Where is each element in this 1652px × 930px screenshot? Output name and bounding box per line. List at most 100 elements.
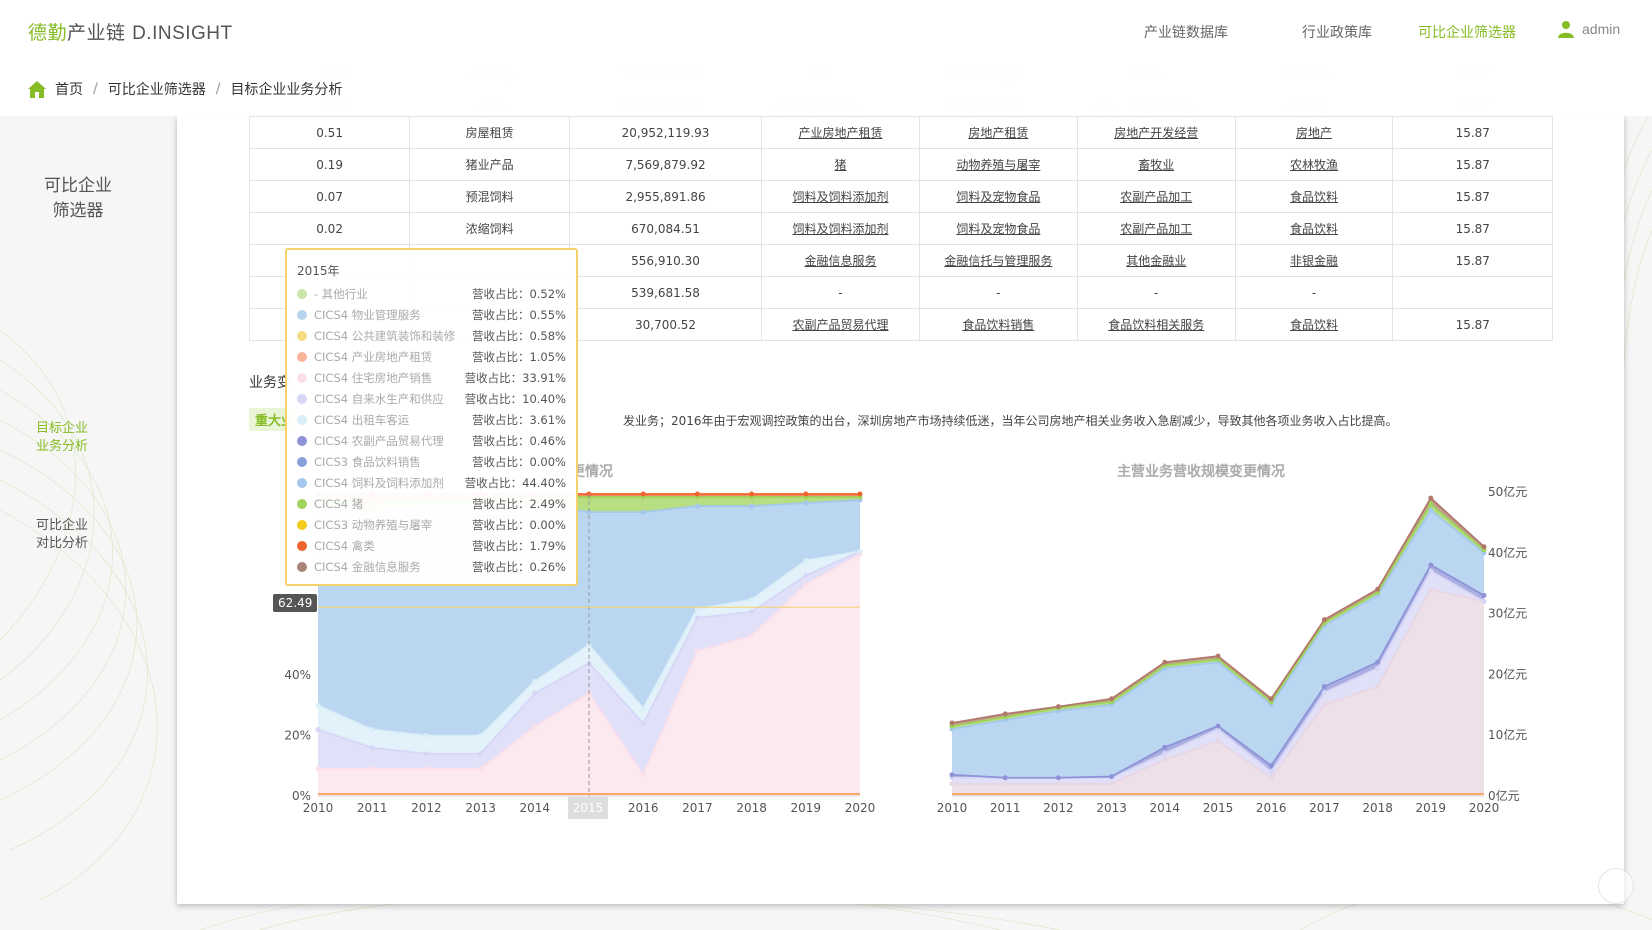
x-tick-label: 2017 (682, 801, 713, 815)
data-point (1109, 774, 1115, 780)
x-tick-label: 2013 (1096, 801, 1127, 815)
tooltip-series-value: 营收占比：0.52% (471, 286, 566, 301)
y-tick-label: 30亿元 (1488, 606, 1527, 621)
tooltip-series-name: CICS4 金融信息服务 (314, 559, 421, 574)
data-point (478, 733, 484, 739)
data-point (1268, 696, 1274, 702)
data-point (694, 648, 700, 654)
y-tick-label: 40% (284, 668, 311, 682)
data-point (1162, 744, 1168, 750)
data-point (640, 491, 646, 497)
tooltip-row: CICS4 饲料及饲料添加剂 营收占比：44.40% (297, 472, 566, 493)
chart-tooltip: 2015年 - 其他行业 营收占比：0.52% CICS4 物业管理服务 营收占比：0… (285, 248, 578, 586)
tooltip-series-value: 营收占比：1.05% (471, 349, 566, 364)
y-tick-label: 40亿元 (1488, 545, 1527, 560)
data-point (803, 582, 809, 588)
data-point (1215, 723, 1221, 729)
tooltip-series-value: 营收占比：1.79% (471, 538, 566, 553)
tooltip-row: CICS4 产业房地产租赁 营收占比：1.05% (297, 346, 566, 367)
data-point (749, 609, 755, 615)
data-point (532, 690, 538, 696)
data-point (640, 705, 646, 711)
tooltip-row: CICS4 金融信息服务 营收占比：0.26% (297, 556, 566, 577)
tooltip-series-value: 营收占比：0.26% (471, 559, 566, 574)
y-tick-label: 0亿元 (1488, 788, 1520, 803)
tooltip-series-value: 营收占比：0.58% (471, 328, 566, 343)
series-dot (297, 498, 307, 509)
data-point (1055, 704, 1061, 710)
data-point (423, 766, 429, 772)
series-dot (297, 561, 307, 572)
x-tick-label: 2013 (465, 801, 496, 815)
x-tick-label: 2018 (736, 801, 767, 815)
tooltip-series-name: CICS4 住宅房地产销售 (314, 370, 433, 385)
x-tick-label: 2020 (845, 801, 876, 815)
data-point (857, 491, 863, 497)
data-point (1321, 684, 1327, 690)
y-tick-label: 20% (284, 729, 311, 743)
data-point (532, 678, 538, 684)
tooltip-series-value: 营收占比：44.40% (464, 475, 566, 490)
data-point (949, 772, 955, 778)
series-dot (297, 351, 307, 362)
data-point (1321, 617, 1327, 623)
data-point (1109, 781, 1115, 787)
data-point (1162, 757, 1168, 763)
y-tick-label: 20亿元 (1488, 666, 1527, 681)
tooltip-series-name: CICS4 饲料及饲料添加剂 (314, 475, 444, 490)
x-tick-label: 2014 (1150, 801, 1181, 815)
data-point (1321, 690, 1327, 696)
data-point (803, 491, 809, 497)
crosshair-value: 62.49 (273, 594, 318, 612)
data-point (640, 772, 646, 778)
data-point (749, 503, 755, 509)
tooltip-series-name: CICS4 公共建筑装饰和装修 (314, 328, 456, 343)
tooltip-series-name: CICS4 禽类 (314, 538, 375, 553)
charts-canvas: 2010 2011 2012 2013 2014 2015 2016 2017 2018 2019… (284, 484, 1527, 815)
tooltip-series-name: - 其他行业 (314, 286, 368, 301)
x-tick-label: 2016 (1256, 801, 1287, 815)
data-point (1375, 659, 1381, 665)
data-point (315, 727, 321, 733)
tooltip-series-value: 营收占比：2.49% (471, 496, 566, 511)
y-tick-label: 10亿元 (1488, 727, 1527, 742)
series-dot (297, 477, 307, 488)
data-point (1481, 598, 1487, 604)
data-point (1268, 769, 1274, 775)
tooltip-series-name: CICS4 猪 (314, 496, 364, 511)
data-point (803, 500, 809, 506)
tooltip-title: 2015年 (297, 264, 340, 278)
tooltip-row: - 其他行业 营收占比：0.52% (297, 283, 566, 304)
data-point (749, 633, 755, 639)
tooltip-series-name: CICS3 食品饮料销售 (314, 454, 421, 469)
series-dot (297, 393, 307, 404)
data-point (478, 766, 484, 772)
y-tick-label: 0% (292, 789, 311, 803)
data-point (949, 781, 955, 787)
data-point (369, 745, 375, 751)
data-point (1375, 684, 1381, 690)
data-point (1162, 659, 1168, 665)
tooltip-row: CICS4 禽类 营收占比：1.79% (297, 535, 566, 556)
data-point (1055, 781, 1061, 787)
data-point (694, 615, 700, 621)
series-dot (297, 372, 307, 383)
data-point (532, 724, 538, 730)
x-tick-label: 2019 (791, 801, 822, 815)
x-tick-label: 2011 (990, 801, 1021, 815)
x-tick-label: 2016 (628, 801, 659, 815)
x-tick-label: 2017 (1309, 801, 1340, 815)
data-point (803, 557, 809, 563)
series-dot (297, 330, 307, 341)
tooltip-series-value: 营收占比：10.40% (464, 391, 566, 406)
tooltip-row: CICS4 公共建筑装饰和装修 营收占比：0.58% (297, 325, 566, 346)
data-point (1428, 495, 1434, 501)
tooltip-series-name: CICS4 出租车客运 (314, 412, 410, 427)
series-dot (297, 456, 307, 467)
data-point (803, 573, 809, 579)
data-point (423, 733, 429, 739)
data-point (1268, 763, 1274, 769)
data-point (640, 509, 646, 515)
data-point (1375, 665, 1381, 671)
x-tick-label: 2019 (1416, 801, 1447, 815)
